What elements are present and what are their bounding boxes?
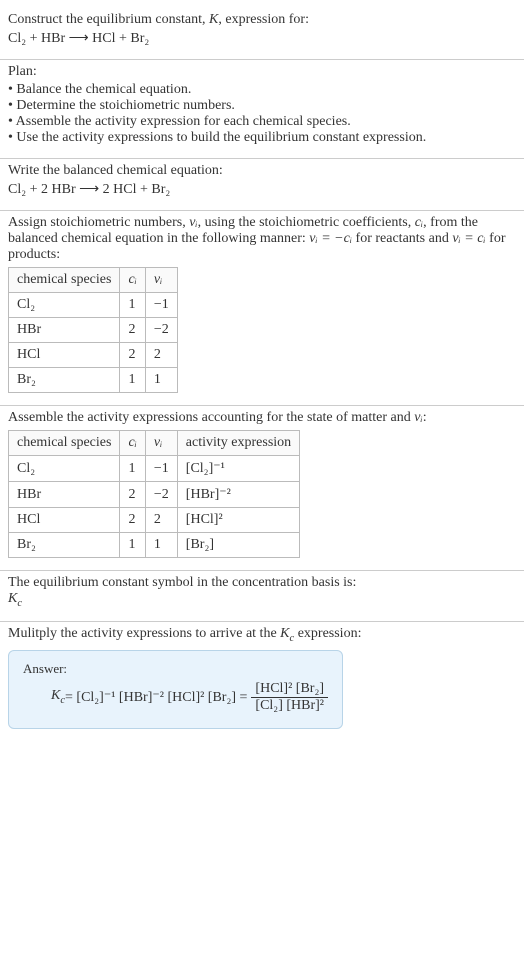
table-row: Br₂ 1 1 — [9, 368, 178, 393]
cell-v: 2 — [145, 343, 177, 368]
col-species: chemical species — [9, 431, 120, 456]
cell-species: Cl₂ — [9, 293, 120, 318]
kc-fraction: [HCl]² [Br₂] [Cl₂] [HBr]² — [251, 681, 328, 714]
answer-section: Mulitply the activity expressions to arr… — [0, 622, 524, 741]
stoich-table: chemical species cᵢ νᵢ Cl₂ 1 −1 HBr 2 −2… — [8, 267, 178, 393]
plan-item: • Determine the stoichiometric numbers. — [8, 98, 516, 114]
col-nui: νᵢ — [145, 431, 177, 456]
stoich-section: Assign stoichiometric numbers, νᵢ, using… — [0, 211, 524, 405]
answer-label: Answer: — [23, 661, 328, 677]
table-row: HCl 2 2 [HCl]² — [9, 508, 300, 533]
cell-c: 1 — [120, 456, 145, 482]
balanced-equation: Cl₂ + 2 HBr ⟶ 2 HCl + Br₂ — [8, 181, 516, 198]
cell-activity: [Br₂] — [177, 533, 299, 558]
col-ci: cᵢ — [120, 431, 145, 456]
cell-species: HCl — [9, 343, 120, 368]
cell-c: 1 — [120, 293, 145, 318]
plan-item: • Assemble the activity expression for e… — [8, 114, 516, 130]
cell-activity: [HCl]² — [177, 508, 299, 533]
answer-intro: Mulitply the activity expressions to arr… — [8, 626, 516, 644]
cell-v: 2 — [145, 508, 177, 533]
kc-numerator: [HCl]² [Br₂] — [251, 681, 328, 697]
kc-var: Kc — [51, 688, 65, 706]
cell-c: 2 — [120, 318, 145, 343]
cell-activity: [HBr]⁻² — [177, 482, 299, 508]
cell-c: 2 — [120, 343, 145, 368]
cell-v: −1 — [145, 456, 177, 482]
cell-species: HCl — [9, 508, 120, 533]
cell-c: 1 — [120, 368, 145, 393]
table-row: HCl 2 2 — [9, 343, 178, 368]
cell-species: HBr — [9, 318, 120, 343]
cell-v: −2 — [145, 318, 177, 343]
kc-symbol-title: The equilibrium constant symbol in the c… — [8, 575, 516, 591]
stoich-intro: Assign stoichiometric numbers, νᵢ, using… — [8, 215, 516, 263]
prompt-title: Construct the equilibrium constant, K, e… — [8, 12, 516, 28]
activity-table: chemical species cᵢ νᵢ activity expressi… — [8, 430, 300, 558]
cell-v: −1 — [145, 293, 177, 318]
table-row: HBr 2 −2 — [9, 318, 178, 343]
col-ci: cᵢ — [120, 268, 145, 293]
cell-species: HBr — [9, 482, 120, 508]
kc-symbol: Kc — [8, 591, 516, 609]
balanced-title: Write the balanced chemical equation: — [8, 163, 516, 179]
balanced-section: Write the balanced chemical equation: Cl… — [0, 159, 524, 210]
col-species: chemical species — [9, 268, 120, 293]
activity-title: Assemble the activity expressions accoun… — [8, 410, 516, 426]
kc-lhs: = [Cl₂]⁻¹ [HBr]⁻² [HCl]² [Br₂] = — [65, 689, 247, 706]
table-header-row: chemical species cᵢ νᵢ activity expressi… — [9, 431, 300, 456]
cell-c: 2 — [120, 508, 145, 533]
cell-v: −2 — [145, 482, 177, 508]
table-row: Cl₂ 1 −1 [Cl₂]⁻¹ — [9, 456, 300, 482]
plan-item: • Use the activity expressions to build … — [8, 130, 516, 146]
table-row: HBr 2 −2 [HBr]⁻² — [9, 482, 300, 508]
cell-c: 2 — [120, 482, 145, 508]
cell-v: 1 — [145, 368, 177, 393]
col-nui: νᵢ — [145, 268, 177, 293]
cell-c: 1 — [120, 533, 145, 558]
cell-species: Br₂ — [9, 368, 120, 393]
col-activity: activity expression — [177, 431, 299, 456]
cell-species: Br₂ — [9, 533, 120, 558]
table-row: Br₂ 1 1 [Br₂] — [9, 533, 300, 558]
table-row: Cl₂ 1 −1 — [9, 293, 178, 318]
unbalanced-equation: Cl₂ + HBr ⟶ HCl + Br₂ — [8, 30, 516, 47]
answer-expression: Kc = [Cl₂]⁻¹ [HBr]⁻² [HCl]² [Br₂] = [HCl… — [23, 681, 328, 714]
plan-section: Plan: • Balance the chemical equation. •… — [0, 60, 524, 158]
kc-symbol-section: The equilibrium constant symbol in the c… — [0, 571, 524, 621]
kc-denominator: [Cl₂] [HBr]² — [251, 697, 328, 714]
cell-v: 1 — [145, 533, 177, 558]
plan-list: • Balance the chemical equation. • Deter… — [8, 82, 516, 146]
table-header-row: chemical species cᵢ νᵢ — [9, 268, 178, 293]
answer-box: Answer: Kc = [Cl₂]⁻¹ [HBr]⁻² [HCl]² [Br₂… — [8, 650, 343, 729]
plan-title: Plan: — [8, 64, 516, 80]
plan-item: • Balance the chemical equation. — [8, 82, 516, 98]
cell-species: Cl₂ — [9, 456, 120, 482]
cell-activity: [Cl₂]⁻¹ — [177, 456, 299, 482]
prompt-section: Construct the equilibrium constant, K, e… — [0, 8, 524, 59]
activity-section: Assemble the activity expressions accoun… — [0, 406, 524, 570]
